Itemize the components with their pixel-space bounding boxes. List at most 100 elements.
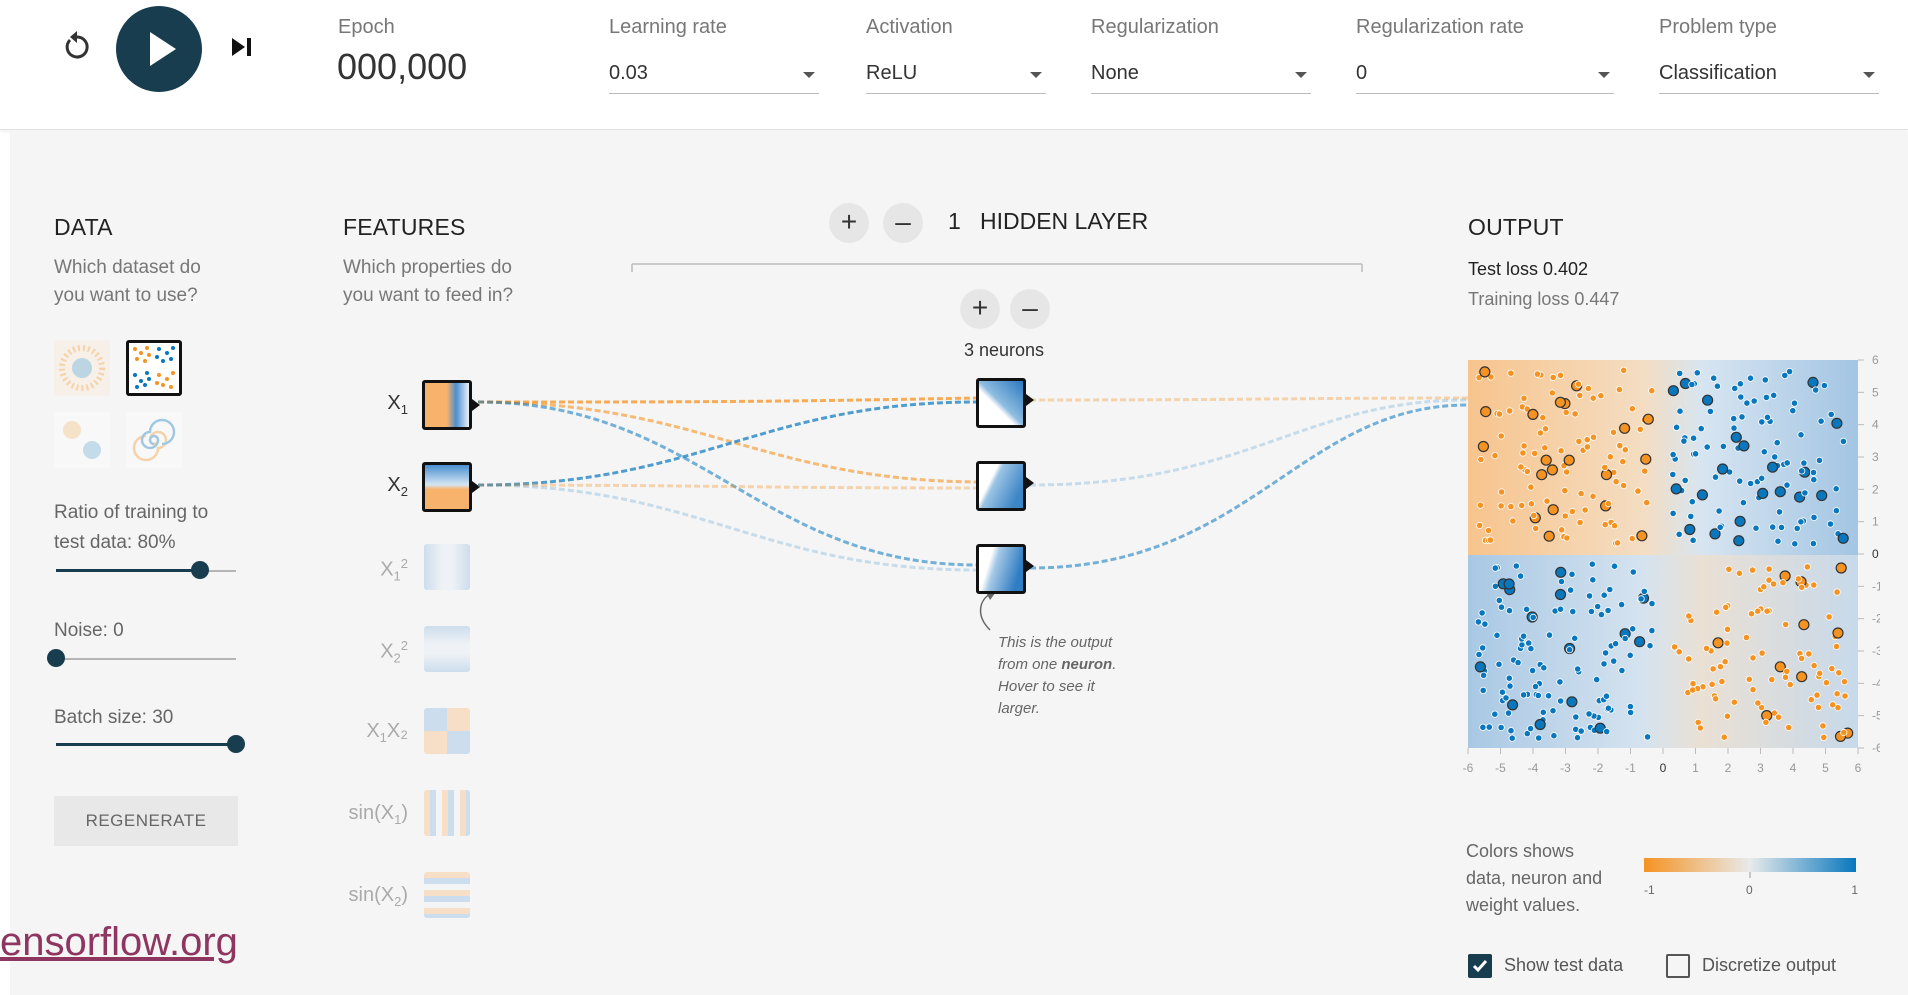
training-data-point — [1730, 424, 1738, 432]
training-data-point — [1781, 371, 1789, 379]
training-data-point — [1680, 437, 1688, 445]
training-data-point — [1522, 605, 1531, 613]
training-data-point — [1648, 600, 1656, 608]
training-data-point — [1484, 526, 1493, 535]
training-data-point — [1841, 692, 1849, 700]
training-data-point — [1762, 718, 1770, 726]
training-data-point — [1601, 521, 1609, 529]
training-data-point — [1574, 665, 1582, 673]
training-data-point — [1669, 470, 1677, 479]
training-data-point — [1758, 418, 1766, 426]
training-data-point — [1520, 394, 1528, 402]
training-data-point — [1505, 674, 1513, 682]
tensorflow-link[interactable]: ensorflow.org — [0, 920, 238, 965]
training-data-point — [1627, 708, 1635, 717]
test-data-point — [1563, 454, 1575, 466]
training-data-point — [1498, 688, 1507, 696]
test-data-point — [1479, 366, 1491, 378]
test-loss: Test loss 0.402 — [1468, 259, 1589, 279]
test-data-point — [1636, 530, 1648, 542]
training-data-point — [1675, 530, 1683, 538]
training-data-point — [1520, 442, 1528, 450]
training-data-point — [1825, 613, 1833, 621]
y-tick-label: 5 — [1872, 385, 1879, 399]
test-data-point — [1798, 619, 1810, 631]
training-data-point — [1770, 391, 1778, 399]
training-data-point — [1840, 728, 1848, 737]
training-data-point — [1786, 680, 1794, 689]
training-data-point — [1602, 649, 1610, 657]
training-data-point — [1758, 474, 1766, 482]
training-data-point — [1760, 448, 1768, 456]
output-heatmap-plot[interactable]: -6 -5 -4 -3 -2 -1 0 1 2 3 4 5 6 6 5 4 3 2 1 0 -1 -2 -3 -4 -5 -6 — [1460, 350, 1880, 780]
training-data-point — [1758, 649, 1766, 657]
neuron-2[interactable] — [976, 461, 1026, 511]
add-layer-button[interactable]: + — [829, 203, 869, 243]
training-data-point — [1676, 407, 1684, 415]
test-data-point — [1480, 405, 1492, 418]
training-data-point — [1475, 650, 1483, 659]
training-data-point — [1620, 366, 1628, 374]
training-data-point — [1589, 492, 1597, 500]
training-data-point — [1539, 414, 1547, 422]
x-tick-label: -3 — [1560, 761, 1571, 775]
training-data-point — [1594, 602, 1602, 611]
remove-layer-button[interactable]: – — [883, 203, 923, 243]
training-data-point — [1549, 373, 1557, 381]
training-data-point — [1643, 499, 1651, 507]
training-data-point — [1746, 479, 1755, 488]
training-data-point — [1604, 500, 1613, 508]
test-data-point — [1536, 469, 1548, 481]
remove-neuron-button[interactable]: – — [1010, 289, 1050, 329]
training-data-point — [1516, 572, 1525, 580]
legend-line: weight values. — [1466, 895, 1581, 915]
legend-tick: 0 — [1746, 883, 1753, 897]
test-data-point — [1477, 440, 1489, 453]
training-data-point — [1497, 432, 1505, 440]
training-data-point — [1779, 579, 1787, 587]
training-data-point — [1557, 447, 1565, 455]
y-tick-label: -5 — [1872, 709, 1880, 723]
training-data-point — [1533, 370, 1542, 378]
training-data-point — [1827, 410, 1835, 419]
link-x2-n3 — [477, 483, 978, 572]
checkmark-icon — [1472, 960, 1488, 973]
neuron-output-heatmap — [979, 547, 1023, 591]
training-data-point — [1646, 642, 1654, 650]
test-data-point — [1757, 487, 1769, 499]
training-data-point — [1497, 723, 1505, 732]
training-data-point — [1495, 660, 1503, 668]
training-data-point — [1641, 467, 1649, 475]
test-data-point — [1702, 394, 1714, 406]
discretize-output-checkbox[interactable] — [1666, 954, 1690, 978]
add-neuron-button[interactable]: + — [960, 289, 1000, 329]
hidden-layer-title: 1 HIDDEN LAYER — [948, 208, 1148, 235]
training-data-point — [1739, 499, 1747, 507]
training-data-point — [1507, 503, 1515, 511]
training-data-point — [1589, 433, 1598, 441]
training-data-point — [1754, 607, 1762, 615]
link-x1-n2 — [477, 400, 978, 484]
training-data-point — [1626, 702, 1634, 711]
neuron-3[interactable] — [976, 544, 1026, 594]
training-data-point — [1527, 645, 1535, 653]
training-data-point — [1801, 489, 1809, 497]
training-data-point — [1597, 392, 1605, 400]
training-data-point — [1703, 443, 1711, 451]
training-data-point — [1805, 650, 1813, 658]
neuron-output-arrows — [1026, 394, 1034, 572]
callout-text: from one — [998, 656, 1062, 673]
show-test-data-checkbox[interactable] — [1468, 954, 1492, 978]
training-data-point — [1752, 524, 1760, 532]
test-data-point — [1555, 566, 1567, 578]
training-data-point — [1800, 459, 1808, 467]
neuron-1[interactable] — [976, 378, 1026, 428]
training-data-point — [1730, 415, 1738, 423]
training-data-point — [1621, 634, 1629, 643]
test-data-point — [1546, 464, 1559, 476]
training-data-point — [1477, 455, 1485, 464]
test-data-point — [1534, 718, 1546, 731]
training-data-point — [1561, 487, 1569, 495]
training-data-point — [1523, 467, 1532, 476]
x-tick-label: 1 — [1692, 761, 1699, 775]
